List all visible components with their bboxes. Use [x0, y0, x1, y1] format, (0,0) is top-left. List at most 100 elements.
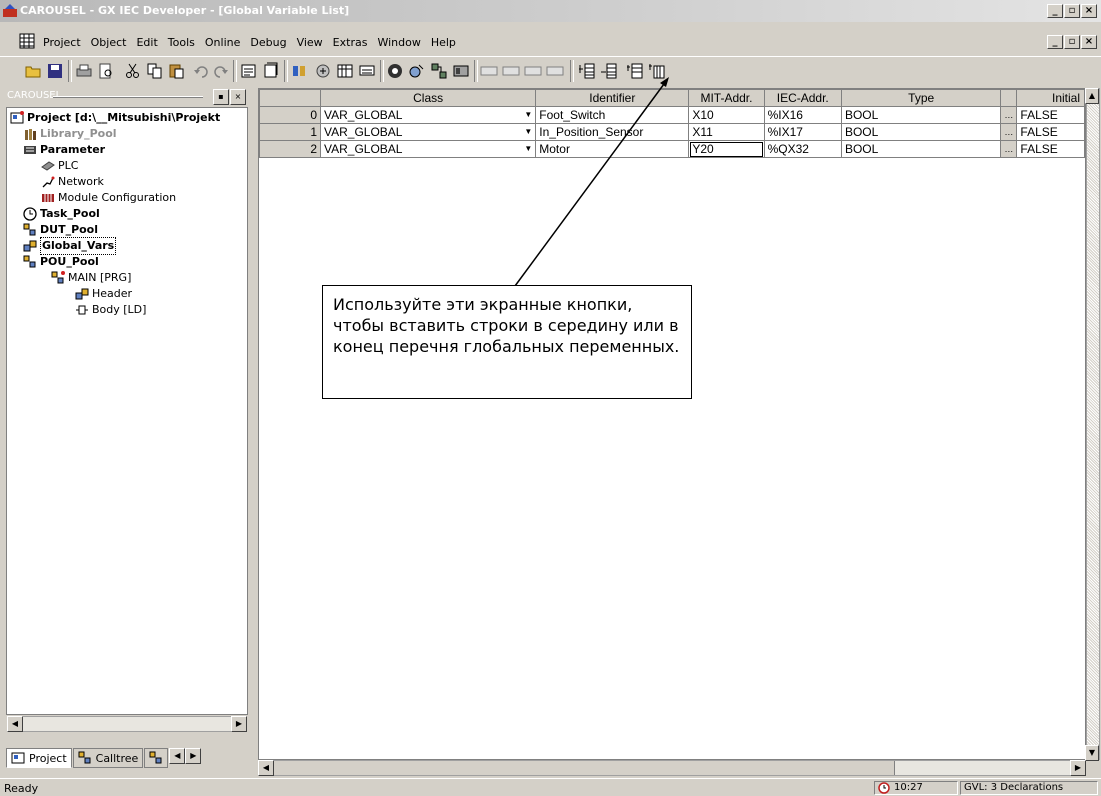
plc-tool-icon[interactable]: [452, 62, 470, 80]
col-header-type[interactable]: Type: [840, 89, 1002, 107]
tree-horizontal-scrollbar[interactable]: ◀ ▶: [7, 716, 247, 732]
cut-icon[interactable]: [124, 62, 142, 80]
scroll-down-button[interactable]: ▼: [1085, 745, 1099, 761]
tree-item-library-pool[interactable]: Library_Pool: [23, 126, 117, 142]
initial-cell[interactable]: FALSE: [1016, 140, 1085, 158]
save-icon[interactable]: [46, 62, 64, 80]
menu-project[interactable]: Project: [38, 36, 86, 49]
tab-scroll-right-button[interactable]: ▶: [185, 748, 202, 764]
paste-icon[interactable]: [168, 62, 186, 80]
editor-button-icon[interactable]: [524, 62, 542, 80]
tree-item-plc[interactable]: PLC: [41, 158, 78, 174]
identifier-cell[interactable]: Foot_Switch: [535, 106, 690, 124]
iec-addr-cell[interactable]: %IX16: [763, 106, 842, 124]
scroll-left-button[interactable]: ◀: [7, 716, 23, 732]
tree-item-module-configuration[interactable]: Module Configuration: [41, 190, 176, 206]
mit-addr-cell[interactable]: X11: [688, 123, 765, 141]
open-object-icon[interactable]: [262, 62, 280, 80]
class-cell[interactable]: VAR_GLOBAL ▼: [319, 106, 537, 124]
calendar-icon[interactable]: [336, 62, 354, 80]
col-header-mit-addr[interactable]: MIT-Addr.: [688, 89, 765, 107]
insert-row-end-icon[interactable]: [600, 62, 618, 80]
class-cell[interactable]: VAR_GLOBAL ▼: [319, 140, 537, 158]
online-icon[interactable]: [386, 62, 404, 80]
type-cell[interactable]: BOOL: [840, 123, 1002, 141]
scroll-up-button[interactable]: ▲: [1085, 88, 1099, 104]
mdi-close-button[interactable]: ×: [1081, 35, 1097, 49]
grid-doc-icon[interactable]: [19, 33, 35, 49]
close-button[interactable]: ×: [1081, 4, 1097, 18]
scroll-right-button[interactable]: ▶: [231, 716, 247, 732]
menu-help[interactable]: Help: [426, 36, 461, 49]
editor-button-icon[interactable]: [480, 62, 498, 80]
mdi-maximize-button[interactable]: ▫: [1064, 35, 1080, 49]
type-cell[interactable]: BOOL: [840, 106, 1002, 124]
monitor-icon[interactable]: [358, 62, 376, 80]
col-header-initial[interactable]: Initial: [1016, 89, 1085, 107]
row-number[interactable]: 1: [259, 123, 321, 141]
row-number[interactable]: 0: [259, 106, 321, 124]
class-cell[interactable]: VAR_GLOBAL ▼: [319, 123, 537, 141]
type-cell[interactable]: BOOL: [840, 140, 1002, 158]
tree-item-body-ld[interactable]: Body [LD]: [75, 302, 146, 318]
maximize-button[interactable]: ▫: [1064, 4, 1080, 18]
copy-icon[interactable]: [146, 62, 164, 80]
row-number[interactable]: 2: [259, 140, 321, 158]
print-icon[interactable]: [75, 62, 93, 80]
insert-row-middle-icon[interactable]: [578, 62, 596, 80]
tree-item-network[interactable]: Network: [41, 174, 104, 190]
tab-calltree[interactable]: Calltree: [72, 748, 144, 768]
identifier-cell[interactable]: Motor: [535, 140, 690, 158]
scroll-right-button[interactable]: ▶: [1070, 760, 1086, 776]
tree-item-header[interactable]: Header: [75, 286, 132, 302]
col-header-class[interactable]: Class: [319, 89, 537, 107]
col-header-iec-addr[interactable]: IEC-Addr.: [763, 89, 842, 107]
append-row-icon[interactable]: [626, 62, 644, 80]
identifier-cell[interactable]: In_Position_Sensor: [535, 123, 690, 141]
append-column-icon[interactable]: [648, 62, 666, 80]
col-header-identifier[interactable]: Identifier: [535, 89, 690, 107]
browse-type-button[interactable]: …: [1000, 123, 1018, 141]
initial-cell[interactable]: FALSE: [1016, 123, 1085, 141]
menu-debug[interactable]: Debug: [245, 36, 291, 49]
tree-item-main-prg[interactable]: MAIN [PRG]: [51, 270, 131, 286]
transfer-icon[interactable]: [314, 62, 332, 80]
properties-icon[interactable]: [240, 62, 258, 80]
menu-tools[interactable]: Tools: [163, 36, 200, 49]
tree-item-global-vars[interactable]: Global_Vars: [23, 237, 117, 255]
grid-horizontal-scrollbar[interactable]: ◀ ▶: [258, 760, 1100, 776]
tree-item-pou-pool[interactable]: POU_Pool: [23, 254, 99, 270]
tree-item-parameter[interactable]: Parameter: [23, 142, 105, 158]
pane-close-button[interactable]: ×: [230, 89, 246, 105]
tab-more[interactable]: [144, 748, 169, 768]
pane-minimize-button[interactable]: ▪: [213, 89, 229, 105]
browse-type-button[interactable]: …: [1000, 106, 1018, 124]
editor-button-icon[interactable]: [502, 62, 520, 80]
dropdown-arrow-icon[interactable]: ▼: [524, 110, 532, 119]
grid-vertical-scrollbar[interactable]: ▲ ▼: [1085, 88, 1100, 761]
scroll-thumb[interactable]: [274, 761, 895, 775]
dropdown-arrow-icon[interactable]: ▼: [524, 144, 532, 153]
iec-addr-cell[interactable]: %IX17: [763, 123, 842, 141]
editor-button-icon[interactable]: [546, 62, 564, 80]
iec-addr-cell[interactable]: %QX32: [763, 140, 842, 158]
tree-item-task-pool[interactable]: Task_Pool: [23, 206, 100, 222]
dropdown-arrow-icon[interactable]: ▼: [524, 127, 532, 136]
tab-scroll-left-button[interactable]: ◀: [169, 748, 186, 764]
initial-cell[interactable]: FALSE: [1016, 106, 1085, 124]
mdi-minimize-button[interactable]: _: [1047, 35, 1063, 49]
open-icon[interactable]: [24, 62, 42, 80]
redo-icon[interactable]: [212, 62, 230, 80]
mit-addr-cell-selected[interactable]: Y20: [688, 140, 765, 158]
menu-view[interactable]: View: [292, 36, 328, 49]
tree-item-project[interactable]: Project [d:\__Mitsubishi\Projekt: [10, 110, 220, 126]
undo-icon[interactable]: [192, 62, 210, 80]
mit-addr-cell[interactable]: X10: [688, 106, 765, 124]
menu-edit[interactable]: Edit: [131, 36, 162, 49]
tree-item-dut-pool[interactable]: DUT_Pool: [23, 222, 98, 238]
compile-icon[interactable]: [290, 62, 308, 80]
browse-type-button[interactable]: …: [1000, 140, 1018, 158]
menu-window[interactable]: Window: [372, 36, 425, 49]
minimize-button[interactable]: _: [1047, 4, 1063, 18]
tab-project[interactable]: Project: [6, 748, 72, 768]
